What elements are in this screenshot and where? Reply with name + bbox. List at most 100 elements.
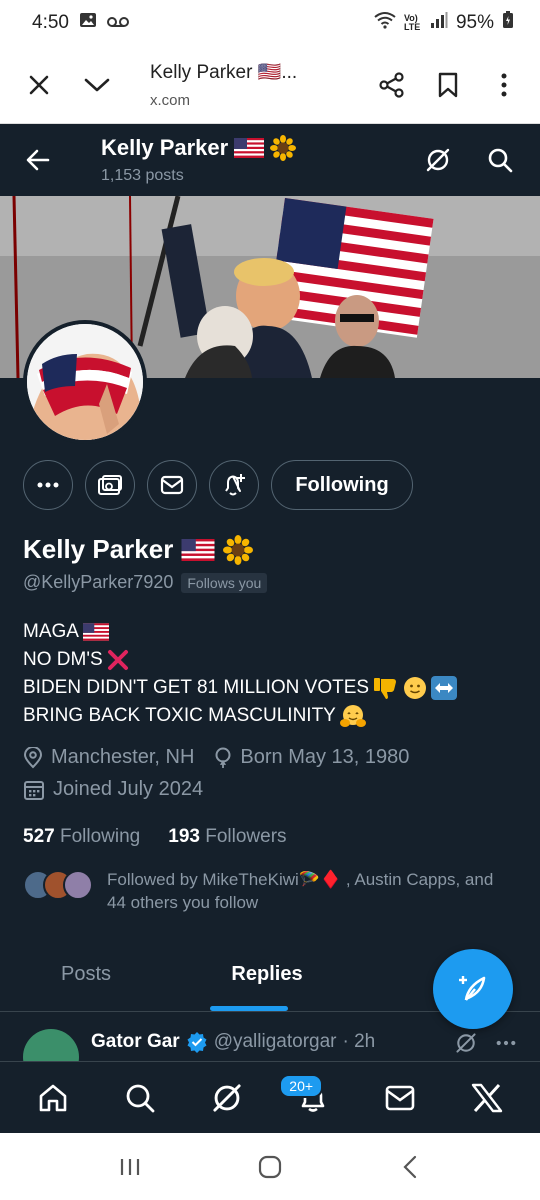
subscribe-icon	[98, 475, 122, 495]
profile-actions: Following	[23, 460, 413, 510]
home-circle-icon	[258, 1155, 282, 1178]
header-name: Kelly Parker	[101, 135, 229, 160]
notification-badge: 20+	[279, 1073, 324, 1098]
verified-badge-icon	[187, 1032, 207, 1053]
back-nav-button[interactable]	[380, 1142, 440, 1192]
birthday-icon	[215, 747, 231, 768]
more-icon[interactable]	[496, 1040, 516, 1046]
search-icon	[126, 1084, 155, 1112]
followers-label: Followers	[205, 826, 287, 847]
follow-stats: 527 Following 193 Followers	[23, 826, 287, 848]
bookmark-icon	[438, 72, 458, 97]
battery-percent: 95%	[455, 12, 494, 33]
sunflower-icon	[223, 534, 254, 565]
post-count: 1,153 posts	[101, 167, 184, 184]
chevron-down-icon	[84, 78, 110, 91]
follows-you-badge: Follows you	[181, 572, 268, 593]
close-icon	[29, 75, 49, 94]
browser-toolbar: Kelly Parker 🇺🇸... x.com	[0, 46, 540, 124]
avatar[interactable]	[23, 1029, 79, 1061]
recent-apps-icon	[120, 1158, 140, 1175]
grok-icon	[213, 1083, 241, 1112]
bio-line: BRING BACK TOXIC MASCULINITY	[23, 705, 336, 726]
followed-by[interactable]: Followed by MikeTheKiwi🪂♦️ , Austin Capp…	[23, 868, 507, 914]
red-x-icon	[107, 650, 128, 670]
page-url: x.com	[150, 92, 191, 109]
minimize-button[interactable]	[68, 56, 126, 114]
grok-button[interactable]	[420, 142, 456, 178]
home-icon	[40, 1084, 67, 1111]
avatar	[63, 870, 93, 900]
profile-handle: @KellyParker7920	[23, 572, 174, 592]
more-vertical-icon	[501, 73, 507, 96]
avatar-image	[27, 324, 143, 440]
gallery-icon	[79, 12, 97, 34]
post-author-name: Gator Gar	[91, 1031, 180, 1052]
profile-header: Kelly Parker 1,153 posts	[0, 124, 540, 196]
close-tab-button[interactable]	[10, 56, 68, 114]
compose-icon	[459, 976, 486, 1001]
grok-icon	[426, 148, 450, 172]
network-label: Vo) LTE	[403, 13, 421, 32]
nav-notifications[interactable]: 20+	[279, 1068, 343, 1128]
bookmark-button[interactable]	[420, 56, 476, 114]
message-icon	[160, 475, 184, 495]
share-icon	[379, 71, 404, 98]
recent-apps-button[interactable]	[100, 1142, 160, 1192]
nav-grok[interactable]	[197, 1068, 257, 1128]
followers-link[interactable]: 193 Followers	[168, 826, 286, 848]
back-button[interactable]	[18, 140, 58, 180]
followed-by-text: Followed by MikeTheKiwi🪂♦️ , Austin Capp…	[107, 870, 494, 912]
message-icon	[385, 1085, 415, 1110]
profile-avatar[interactable]	[23, 320, 147, 444]
location-text: Manchester, NH	[51, 746, 195, 768]
bio-line: BIDEN DIDN'T GET 81 MILLION VOTES	[23, 677, 370, 698]
profile-name-row: Kelly Parker	[23, 534, 254, 565]
following-link[interactable]: 527 Following	[23, 826, 140, 848]
bottom-navigation: 20+	[0, 1061, 540, 1133]
browser-menu-button[interactable]	[476, 56, 532, 114]
status-time: 4:50	[32, 12, 69, 33]
more-options-button[interactable]	[23, 460, 73, 510]
search-button[interactable]	[482, 142, 518, 178]
profile-bio: MAGA NO DM'S BIDEN DIDN'T GET 81 MILLION…	[23, 618, 458, 730]
us-flag-icon	[181, 538, 215, 561]
profile-name: Kelly Parker	[23, 534, 174, 564]
signal-icon	[430, 12, 448, 34]
subscribe-button[interactable]	[85, 460, 135, 510]
smiley-icon	[404, 677, 427, 699]
thumbs-down-icon	[374, 678, 397, 699]
home-button[interactable]	[240, 1142, 300, 1192]
post-preview[interactable]: Gator Gar @yalligatorgar · 2h	[0, 1013, 540, 1061]
following-count: 527	[23, 826, 55, 847]
notify-button[interactable]	[209, 460, 259, 510]
joined-text: Joined July 2024	[53, 778, 204, 800]
following-label: Following	[59, 826, 141, 847]
notification-bell-icon	[225, 474, 245, 496]
handle-row: @KellyParker7920 Follows you	[23, 572, 268, 593]
birthday: Born May 13, 1980	[214, 746, 409, 769]
tab-posts[interactable]: Posts	[0, 938, 172, 1011]
location-icon	[23, 746, 43, 768]
calendar-icon	[24, 780, 44, 800]
nav-search[interactable]	[110, 1068, 170, 1128]
more-icon	[37, 482, 59, 488]
back-chevron-icon	[403, 1155, 417, 1178]
status-bar: 4:50 Vo) LTE 95%	[0, 0, 540, 46]
nav-premium[interactable]	[457, 1068, 517, 1128]
nav-home[interactable]	[23, 1068, 83, 1128]
hugging-face-icon	[339, 705, 366, 727]
message-button[interactable]	[147, 460, 197, 510]
tab-replies[interactable]: Replies	[172, 938, 362, 1011]
bio-line: MAGA	[23, 621, 79, 642]
nav-messages[interactable]	[370, 1068, 430, 1128]
following-button[interactable]: Following	[271, 460, 413, 510]
post-time: · 2h	[342, 1031, 376, 1052]
location: Manchester, NH	[23, 746, 194, 769]
page-title: Kelly Parker 🇺🇸...	[150, 62, 298, 83]
post-author-handle: @yalligatorgar	[213, 1031, 337, 1052]
wifi-icon	[374, 11, 396, 35]
grok-icon[interactable]	[454, 1031, 478, 1055]
share-button[interactable]	[364, 56, 420, 114]
x-logo-icon	[471, 1083, 502, 1112]
